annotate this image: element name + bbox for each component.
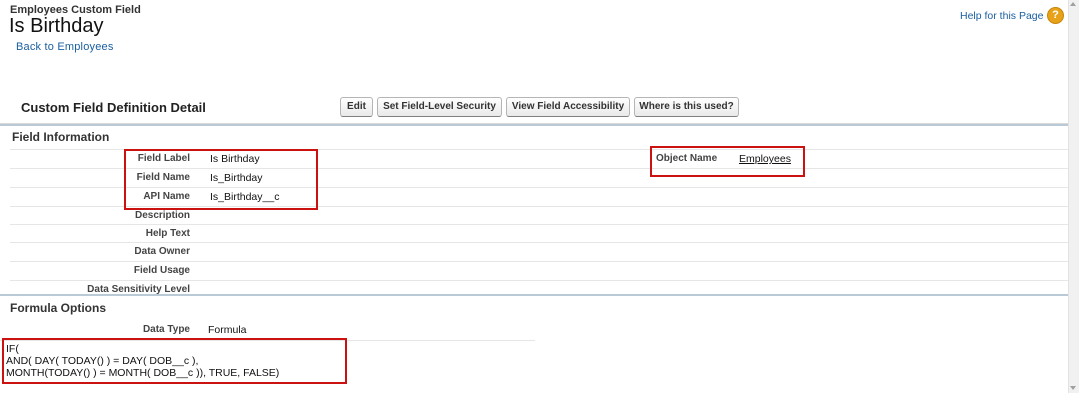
data-type-value: Formula	[208, 324, 247, 336]
set-field-level-security-button[interactable]: Set Field-Level Security	[377, 97, 502, 117]
data-owner-label: Data Owner	[134, 246, 190, 257]
field-information-title: Field Information	[12, 130, 110, 144]
edit-button[interactable]: Edit	[340, 97, 373, 117]
help-icon[interactable]: ?	[1047, 7, 1064, 24]
scroll-up-arrow-icon[interactable]	[1070, 2, 1076, 6]
where-is-this-used-button[interactable]: Where is this used?	[634, 97, 739, 117]
row-divider	[10, 261, 1068, 262]
field-usage-label: Field Usage	[133, 265, 190, 276]
description-label: Description	[134, 210, 190, 221]
row-divider	[10, 280, 1068, 281]
highlight-box-object-name	[650, 146, 805, 177]
data-type-label: Data Type	[142, 324, 190, 335]
formula-options-section-bar	[0, 294, 1068, 296]
highlight-box-formula	[2, 338, 347, 384]
scroll-down-arrow-icon[interactable]	[1070, 386, 1076, 390]
vertical-scrollbar[interactable]	[1068, 0, 1079, 393]
view-field-accessibility-button[interactable]: View Field Accessibility	[506, 97, 630, 117]
help-text-label: Help Text	[145, 228, 190, 239]
detail-section-title: Custom Field Definition Detail	[21, 100, 206, 115]
row-divider	[10, 242, 1068, 243]
help-for-this-page-link[interactable]: Help for this Page	[960, 10, 1043, 22]
back-to-employees-link[interactable]: Back to Employees	[16, 41, 114, 53]
page-title: Is Birthday	[9, 15, 104, 37]
field-information-section-bar	[0, 124, 1068, 126]
row-divider	[10, 224, 1068, 225]
formula-options-title: Formula Options	[10, 301, 106, 315]
highlight-box-field-names	[124, 149, 318, 210]
